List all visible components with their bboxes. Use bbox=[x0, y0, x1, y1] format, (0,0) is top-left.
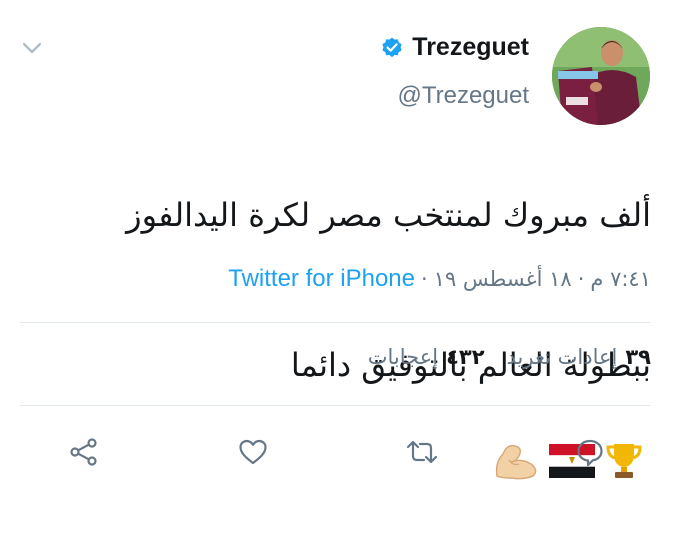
user-name-row[interactable]: Trezeguet bbox=[380, 33, 529, 62]
tweet-line-1: ألف مبروك لمنتخب مصر لكرة اليدالفوز bbox=[126, 196, 651, 234]
verified-badge-icon bbox=[380, 36, 404, 60]
tweet-stats: ٣٩ إعادات تغريد ٤٣٢ إعجابات bbox=[368, 345, 651, 369]
meta-separator: · bbox=[577, 267, 585, 291]
retweets-label: إعادات تغريد bbox=[506, 345, 618, 369]
tweet-text: ألف مبروك لمنتخب مصر لكرة اليدالفوز ببطو… bbox=[51, 140, 651, 544]
reply-icon[interactable] bbox=[570, 432, 610, 472]
likes-label: إعجابات bbox=[367, 345, 439, 369]
tweet-line-2: ببطولة العالم بالتوفيق دائما bbox=[51, 290, 651, 494]
tweet-source-link[interactable]: Twitter for iPhone bbox=[228, 265, 415, 293]
like-icon[interactable] bbox=[233, 432, 273, 472]
share-icon[interactable] bbox=[64, 432, 104, 472]
retweets-count: ٣٩ bbox=[625, 345, 651, 369]
more-options-chevron-icon[interactable] bbox=[20, 36, 44, 60]
tweet-meta: ٧:٤١ م · ١٨ أغسطس ١٩ · Twitter for iPhon… bbox=[228, 265, 651, 293]
likes-stat[interactable]: ٤٣٢ إعجابات bbox=[368, 345, 485, 369]
meta-separator-2: · bbox=[420, 267, 428, 291]
retweets-stat[interactable]: ٣٩ إعادات تغريد bbox=[507, 345, 651, 369]
tweet-time: ٧:٤١ م bbox=[590, 267, 651, 291]
divider-top bbox=[20, 322, 651, 323]
divider-bottom bbox=[20, 405, 651, 406]
likes-count: ٤٣٢ bbox=[446, 345, 485, 369]
display-name[interactable]: Trezeguet bbox=[412, 33, 529, 62]
avatar[interactable] bbox=[552, 27, 650, 125]
user-handle[interactable]: @Trezeguet bbox=[397, 82, 529, 110]
tweet-date: ١٨ أغسطس ١٩ bbox=[433, 267, 572, 291]
retweet-icon[interactable] bbox=[402, 432, 442, 472]
